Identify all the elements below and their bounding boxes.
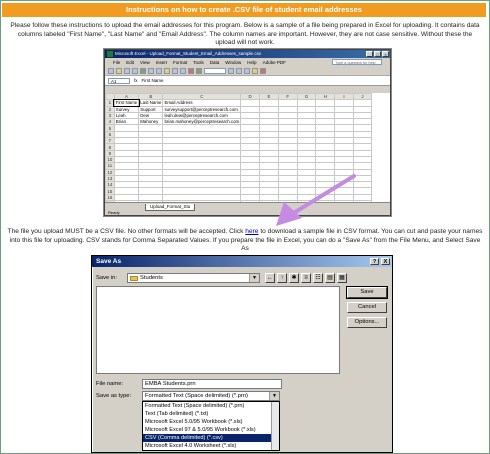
save-as-type-value: Formatted Text (Space delimited) (*.prn)	[145, 393, 248, 399]
file-name-label: File name:	[96, 381, 124, 387]
file-type-option[interactable]: Microsoft Excel 4.0 Worksheet (*.xls)	[143, 442, 279, 450]
excel-menu-item[interactable]: Help	[247, 60, 256, 65]
chart-icon[interactable]	[196, 67, 202, 74]
align-icon[interactable]	[244, 67, 250, 74]
properties-icon[interactable]: ▤	[325, 273, 335, 283]
maximize-icon[interactable]: □	[374, 51, 381, 57]
save-as-type-select[interactable]: Formatted Text (Space delimited) (*.prn)…	[142, 391, 280, 401]
excel-menu-item[interactable]: View	[140, 60, 150, 65]
excel-icon	[107, 51, 113, 57]
copy-icon[interactable]	[156, 67, 162, 74]
save-as-type-dropdown: Formatted Text (Space delimited) (*.prn)…	[142, 401, 280, 451]
download-sample-link[interactable]: here	[245, 228, 258, 235]
back-icon[interactable]: ←	[265, 273, 275, 283]
folder-icon	[130, 276, 138, 281]
save-as-type-label: Save as type:	[96, 393, 132, 399]
close-icon[interactable]: ×	[382, 51, 389, 57]
excel-menu-item[interactable]: Window	[225, 60, 241, 65]
file-name-input[interactable]: EMBA Students.prn	[142, 379, 282, 389]
save-as-dialog: Save As ? X Save in: Students ▼ ← ↑ ✱ ≡ …	[91, 255, 393, 453]
fx-icon: fx	[134, 78, 138, 83]
tools-icon[interactable]: ▦	[337, 273, 347, 283]
undo-icon[interactable]	[172, 67, 178, 74]
fill-icon[interactable]	[252, 67, 258, 74]
cell[interactable]: brian.mahoney@perceptresearch.com	[162, 118, 242, 126]
paste-icon[interactable]	[164, 67, 170, 74]
excel-menu-item[interactable]: Insert	[156, 60, 167, 65]
excel-menu-bar: File Edit View Insert Format Tools Data Window H…	[105, 58, 390, 66]
close-icon[interactable]: X	[381, 258, 390, 265]
pointer-arrow-icon	[276, 174, 356, 226]
save-in-select[interactable]: Students ▼	[127, 273, 260, 283]
ask-question-input[interactable]: Type a question for help	[332, 59, 382, 65]
file-type-option[interactable]: Microsoft Excel 5.0/95 Workbook (*.xls)	[143, 418, 279, 426]
excel-menu-item[interactable]: Data	[210, 60, 220, 65]
cancel-button[interactable]: Cancel	[347, 302, 387, 313]
options-button[interactable]: Options...	[347, 317, 387, 328]
page-header: Instructions on how to create .CSV file …	[2, 3, 486, 17]
font-color-icon[interactable]	[260, 67, 266, 74]
excel-toolbar	[105, 66, 390, 76]
save-icon[interactable]	[124, 67, 130, 74]
file-type-option[interactable]: Microsoft Excel 97 & 5.0/95 Workbook (*.…	[143, 426, 279, 434]
help-icon[interactable]: ?	[370, 258, 379, 265]
cell[interactable]: First Name	[113, 98, 140, 108]
formula-value[interactable]: First Name	[142, 78, 164, 83]
minimize-icon[interactable]: _	[366, 51, 373, 57]
dialog-nav-toolbar: ← ↑ ✱ ≡ ☷ ▤ ▦	[265, 273, 347, 283]
chevron-down-icon[interactable]: ▼	[249, 274, 259, 282]
formula-bar: A1 fx First Name	[105, 76, 390, 86]
dialog-title-bar: Save As ? X	[92, 256, 392, 267]
bold-icon[interactable]	[228, 67, 234, 74]
status-text: Ready	[108, 210, 120, 215]
zoom-select[interactable]	[204, 67, 226, 74]
save-in-label: Save in:	[96, 275, 117, 281]
file-type-option[interactable]: CSV (Comma delimited) (*.csv)	[143, 434, 279, 442]
up-folder-icon[interactable]: ↑	[277, 273, 287, 283]
intro-text: Please follow these instructions to uplo…	[10, 22, 480, 47]
file-type-option[interactable]: Text (Tab delimited) (*.txt)	[143, 410, 279, 418]
save-button[interactable]: Save	[346, 286, 388, 299]
excel-menu-item[interactable]: Edit	[126, 60, 134, 65]
italic-icon[interactable]	[236, 67, 242, 74]
excel-menu-item[interactable]: Adobe PDF	[263, 60, 286, 65]
instruction-text-part: The file you upload MUST be a CSV file. …	[7, 228, 246, 235]
print-icon[interactable]	[132, 67, 138, 74]
new-icon[interactable]	[108, 67, 114, 74]
sort-icon[interactable]	[188, 67, 194, 74]
open-icon[interactable]	[116, 67, 122, 74]
excel-menu-item[interactable]: File	[113, 60, 120, 65]
chevron-down-icon[interactable]: ▼	[269, 392, 279, 400]
excel-menu-item[interactable]: Tools	[193, 60, 204, 65]
excel-menu-item[interactable]: Format	[173, 60, 187, 65]
file-list[interactable]	[96, 286, 340, 374]
spell-icon[interactable]	[140, 67, 146, 74]
cell[interactable]: surveysupport@perceptresearch.com	[162, 105, 242, 113]
cut-icon[interactable]	[148, 67, 154, 74]
sum-icon[interactable]	[180, 67, 186, 74]
dropdown-scrollbar[interactable]	[271, 402, 279, 450]
excel-title: Microsoft Excel - Upload_Format_Student_…	[115, 51, 262, 56]
dialog-title: Save As	[96, 258, 122, 265]
instruction-text: The file you upload MUST be a CSV file. …	[6, 228, 484, 254]
excel-title-bar: Microsoft Excel - Upload_Format_Student_…	[105, 50, 390, 58]
name-box[interactable]: A1	[108, 77, 130, 84]
save-in-value: Students	[140, 275, 163, 281]
new-folder-icon[interactable]: ✱	[289, 273, 299, 283]
list-view-icon[interactable]: ≡	[301, 273, 311, 283]
details-view-icon[interactable]: ☷	[313, 273, 323, 283]
cell[interactable]: Last Name	[138, 99, 164, 107]
file-type-option[interactable]: Formatted Text (Space delimited) (*.prn)	[143, 402, 279, 410]
sheet-tab[interactable]: Upload_Format_Stu	[145, 204, 196, 211]
